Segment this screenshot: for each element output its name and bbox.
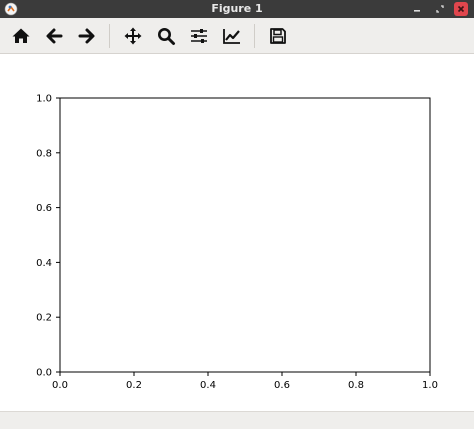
- maximize-icon: [436, 5, 444, 13]
- back-button[interactable]: [42, 24, 66, 48]
- home-button[interactable]: [9, 24, 33, 48]
- figure-canvas[interactable]: 0.0 0.2 0.4 0.6 0.8 1.0 0.0 0.2 0.4 0.6 0.8 1.0: [0, 54, 474, 411]
- status-bar: [0, 411, 474, 429]
- x-tick-label: 0.4: [200, 380, 216, 391]
- x-tick-label: 1.0: [422, 380, 438, 391]
- save-button[interactable]: [266, 24, 290, 48]
- arrow-right-icon: [78, 28, 95, 44]
- axes-plot[interactable]: 0.0 0.2 0.4 0.6 0.8 1.0 0.0 0.2 0.4 0.6 0.8 1.0: [0, 54, 474, 411]
- zoom-button[interactable]: [154, 24, 178, 48]
- subplots-button[interactable]: [187, 24, 211, 48]
- minimize-button[interactable]: [410, 2, 424, 16]
- axes-frame: [59, 97, 431, 373]
- move-icon: [124, 27, 142, 45]
- window-titlebar: Figure 1: [0, 0, 474, 18]
- forward-button[interactable]: [75, 24, 99, 48]
- toolbar-separator: [254, 24, 255, 48]
- x-tick-label: 0.0: [52, 380, 68, 391]
- line-chart-icon: [223, 29, 240, 44]
- pan-button[interactable]: [121, 24, 145, 48]
- close-icon: [457, 5, 465, 13]
- home-icon: [12, 28, 30, 43]
- y-tick-label: 0.0: [36, 368, 52, 379]
- y-tick-label: 1.0: [36, 94, 52, 105]
- y-tick-label: 0.8: [36, 148, 52, 159]
- y-tick-label: 0.2: [36, 313, 52, 324]
- minimize-icon: [414, 10, 420, 12]
- x-tick-label: 0.6: [274, 380, 290, 391]
- navigation-toolbar: [0, 18, 474, 54]
- maximize-button[interactable]: [433, 2, 447, 16]
- save-icon: [270, 28, 286, 44]
- arrow-left-icon: [46, 28, 63, 44]
- toolbar-separator: [109, 24, 110, 48]
- y-tick-label: 0.6: [36, 203, 52, 214]
- window-title: Figure 1: [211, 2, 263, 15]
- search-icon: [158, 28, 175, 45]
- x-tick-label: 0.2: [126, 380, 142, 391]
- close-button[interactable]: [454, 2, 468, 16]
- sliders-icon: [191, 29, 207, 43]
- y-tick-label: 0.4: [36, 258, 52, 269]
- edit-axes-button[interactable]: [220, 24, 244, 48]
- x-tick-label: 0.8: [348, 380, 364, 391]
